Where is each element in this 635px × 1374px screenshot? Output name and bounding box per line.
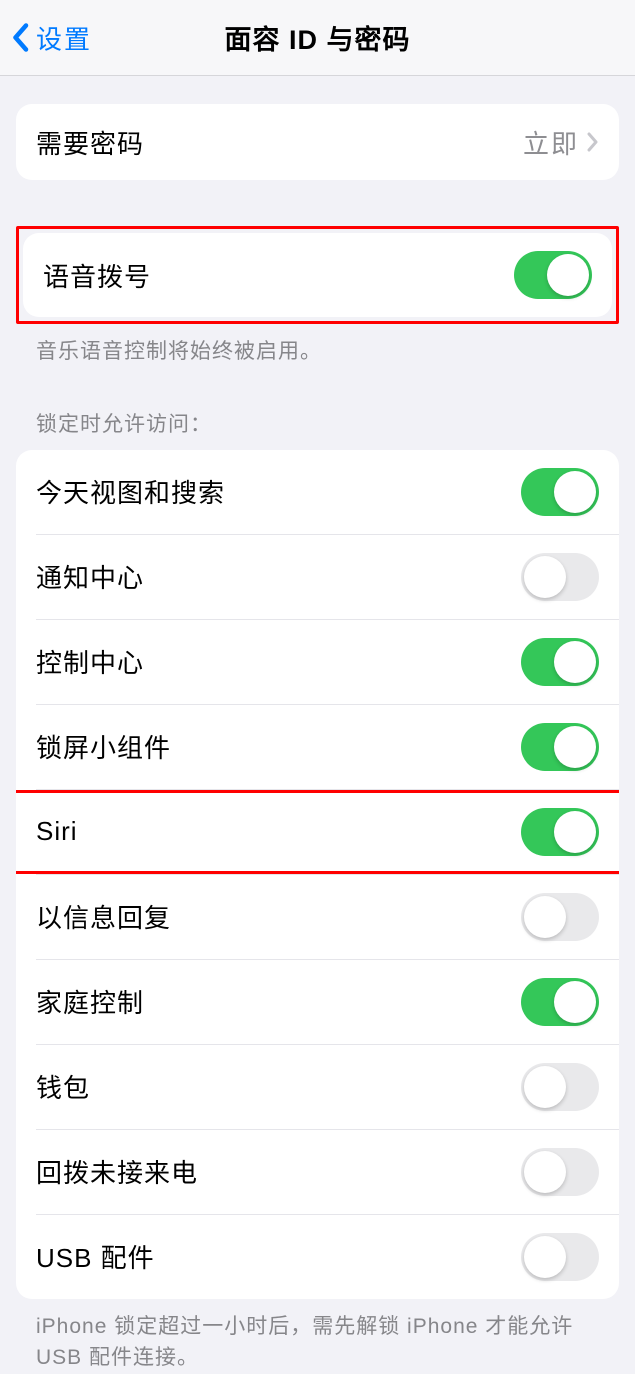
voice-dial-toggle[interactable]: [514, 251, 592, 299]
access-row: 控制中心: [16, 620, 619, 704]
access-row-label: 通知中心: [36, 558, 144, 595]
access-toggle[interactable]: [521, 468, 599, 516]
navigation-bar: 设置 面容 ID 与密码: [0, 0, 635, 76]
toggle-knob: [554, 726, 596, 768]
require-passcode-label: 需要密码: [36, 124, 144, 161]
toggle-knob: [554, 641, 596, 683]
access-toggle[interactable]: [521, 978, 599, 1026]
toggle-knob: [524, 1066, 566, 1108]
access-row: 以信息回复: [16, 875, 619, 959]
access-row: 锁屏小组件: [16, 705, 619, 789]
require-passcode-row[interactable]: 需要密码 立即: [16, 104, 619, 180]
access-toggle[interactable]: [521, 553, 599, 601]
access-toggle[interactable]: [521, 893, 599, 941]
access-toggle[interactable]: [521, 1148, 599, 1196]
access-row-label: 锁屏小组件: [36, 728, 171, 765]
access-row-label: 钱包: [36, 1068, 90, 1105]
access-row-label: 家庭控制: [36, 983, 144, 1020]
access-row-label: 以信息回复: [36, 898, 171, 935]
toggle-knob: [554, 811, 596, 853]
access-toggle[interactable]: [521, 1063, 599, 1111]
chevron-right-icon: [587, 132, 599, 152]
highlighted-row-wrapper: Siri: [16, 790, 619, 874]
back-button[interactable]: 设置: [10, 19, 92, 56]
chevron-left-icon: [10, 23, 30, 53]
access-toggle[interactable]: [521, 1233, 599, 1281]
toggle-knob: [524, 1236, 566, 1278]
toggle-knob: [554, 981, 596, 1023]
access-row: 今天视图和搜索: [16, 450, 619, 534]
access-row-label: Siri: [36, 816, 78, 847]
access-row: Siri: [16, 790, 619, 874]
toggle-knob: [547, 254, 589, 296]
voice-dial-highlight: 语音拨号: [16, 226, 619, 324]
require-passcode-section: 需要密码 立即: [16, 104, 619, 180]
voice-dial-label: 语音拨号: [43, 257, 151, 294]
access-row: 家庭控制: [16, 960, 619, 1044]
voice-dial-footer: 音乐语音控制将始终被启用。: [0, 324, 635, 368]
voice-dial-section: 语音拨号: [23, 233, 612, 317]
toggle-knob: [524, 1151, 566, 1193]
access-row: USB 配件: [16, 1215, 619, 1299]
access-row-label: 回拨未接来电: [36, 1153, 198, 1190]
access-row-label: 控制中心: [36, 643, 144, 680]
toggle-knob: [554, 471, 596, 513]
access-toggle[interactable]: [521, 723, 599, 771]
back-label: 设置: [36, 19, 92, 56]
access-row: 钱包: [16, 1045, 619, 1129]
access-footer: iPhone 锁定超过一小时后，需先解锁 iPhone 才能允许USB 配件连接…: [0, 1299, 635, 1374]
toggle-knob: [524, 556, 566, 598]
toggle-knob: [524, 896, 566, 938]
page-title: 面容 ID 与密码: [224, 18, 410, 57]
access-row-label: 今天视图和搜索: [36, 473, 225, 510]
voice-dial-row: 语音拨号: [23, 233, 612, 317]
access-row: 通知中心: [16, 535, 619, 619]
access-toggle[interactable]: [521, 808, 599, 856]
require-passcode-value: 立即: [523, 124, 579, 161]
access-toggle[interactable]: [521, 638, 599, 686]
access-row-label: USB 配件: [36, 1238, 155, 1275]
access-row: 回拨未接来电: [16, 1130, 619, 1214]
access-header: 锁定时允许访问：: [0, 368, 635, 450]
access-when-locked-section: 今天视图和搜索通知中心控制中心锁屏小组件 Siri 以信息回复家庭控制钱包回拨未接来…: [16, 450, 619, 1299]
